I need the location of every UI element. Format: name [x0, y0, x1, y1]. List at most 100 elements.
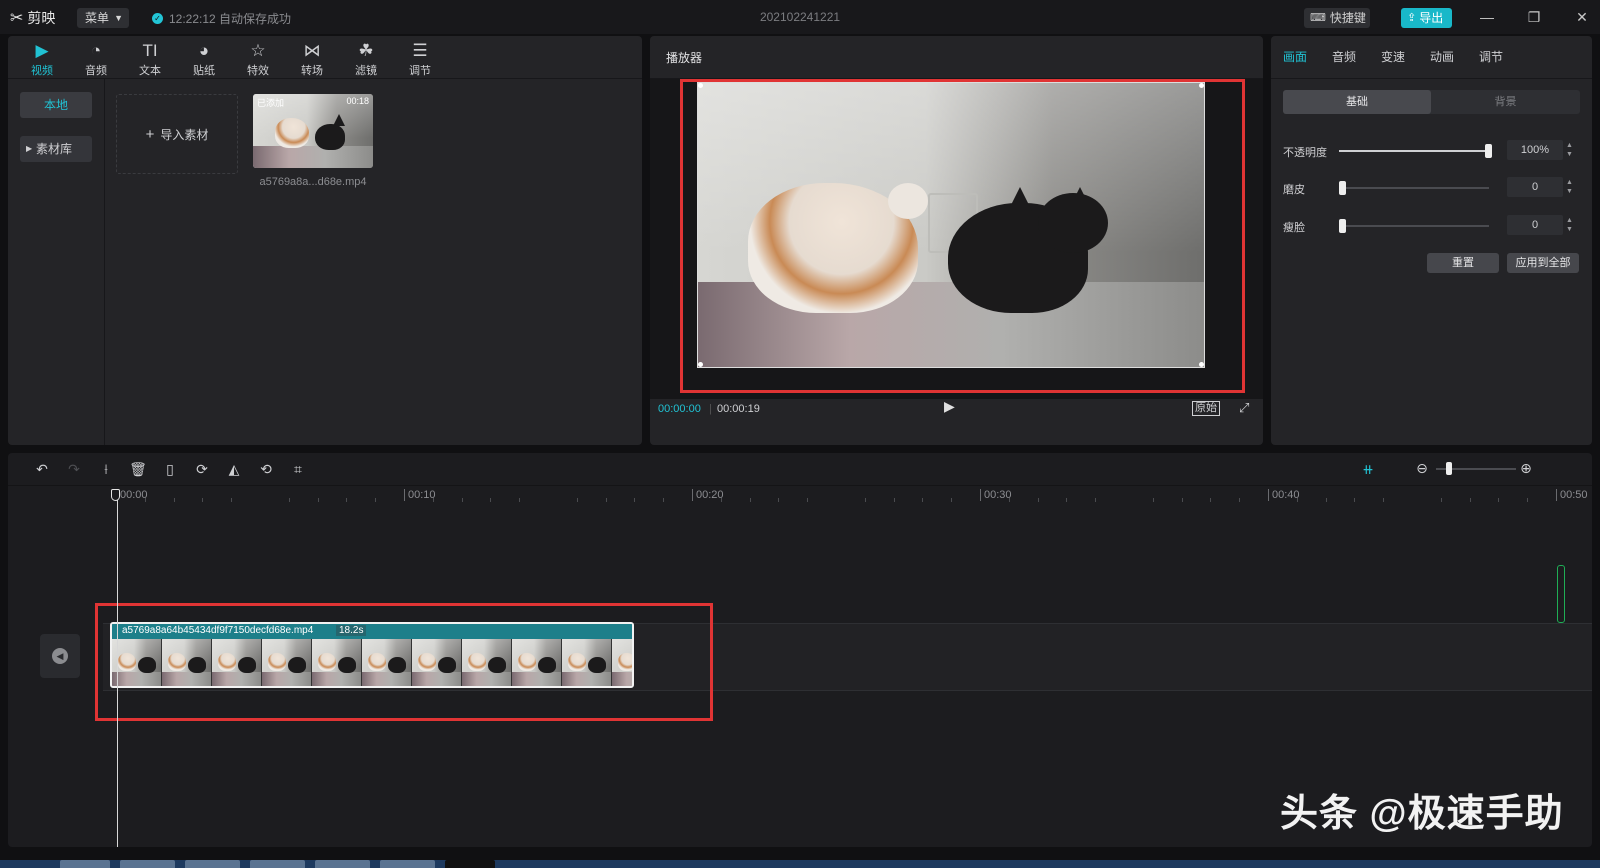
- smooth-skin-input[interactable]: 0: [1507, 177, 1563, 197]
- minor-tick: [375, 498, 377, 502]
- minimize-icon[interactable]: —: [1475, 6, 1499, 28]
- media-panel: ▶ 视频 ◔ 音频 TI 文本 ◕ 贴纸 ☆ 特效 ⋈ 转场 ☘ 滤镜 ☰ 调节…: [8, 36, 642, 445]
- tool-audio[interactable]: ◔ 音频: [72, 40, 120, 78]
- minor-tick: [720, 498, 722, 502]
- freeze-icon[interactable]: ▯: [158, 457, 182, 481]
- mirror-icon[interactable]: ◭: [222, 457, 246, 481]
- minor-tick: [951, 498, 953, 502]
- taskbar-item[interactable]: [380, 860, 435, 868]
- zoom-out-icon[interactable]: ⊖: [1412, 456, 1432, 480]
- snap-icon[interactable]: ⧺: [1356, 457, 1380, 481]
- slider-knob[interactable]: [1485, 144, 1492, 158]
- playhead[interactable]: [117, 493, 118, 847]
- tab-adjust[interactable]: 调节: [1479, 48, 1503, 65]
- tick-label: 00:40: [1268, 489, 1300, 501]
- minor-tick: [461, 498, 463, 502]
- maximize-icon[interactable]: ❐: [1522, 6, 1546, 28]
- minor-tick: [519, 498, 521, 502]
- media-sidebar: [8, 79, 105, 445]
- adjust-icon: ☰: [412, 41, 428, 60]
- redo-icon[interactable]: ↷: [62, 457, 86, 481]
- opacity-input[interactable]: 100%: [1507, 140, 1563, 160]
- filter-icon: ☘: [358, 41, 374, 60]
- sidebar-item-library[interactable]: ▶ 素材库: [20, 136, 92, 162]
- zoom-slider-knob[interactable]: [1446, 462, 1452, 475]
- reset-button[interactable]: 重置: [1427, 253, 1499, 273]
- time-ruler[interactable]: 00:00 00:10 00:20 00:30 00:40 00:50: [8, 486, 1592, 508]
- delete-icon[interactable]: 🗑: [126, 457, 150, 481]
- thumbnail-duration: 00:18: [346, 96, 369, 106]
- player-panel: 播放器 00:00:00 | 00:00:19 ▶ 原始 ⤢: [650, 36, 1263, 445]
- track-audio-toggle[interactable]: ◀: [40, 634, 80, 678]
- minor-tick: [1239, 498, 1241, 502]
- minor-tick: [1296, 498, 1298, 502]
- minor-tick: [317, 498, 319, 502]
- opacity-slider[interactable]: [1339, 144, 1492, 158]
- tick-label: 00:20: [692, 489, 724, 501]
- playhead-handle[interactable]: [111, 489, 120, 501]
- taskbar-item[interactable]: [250, 860, 305, 868]
- shortcut-button[interactable]: ⌨ 快捷键: [1304, 8, 1370, 28]
- original-ratio-button[interactable]: 原始: [1192, 401, 1220, 416]
- slider-knob[interactable]: [1339, 219, 1346, 233]
- tab-animation[interactable]: 动画: [1430, 48, 1454, 65]
- taskbar-item[interactable]: [185, 860, 240, 868]
- zoom-in-icon[interactable]: ⊕: [1516, 456, 1536, 480]
- tab-picture[interactable]: 画面: [1283, 48, 1307, 65]
- media-file-name: a5769a8a...d68e.mp4: [259, 176, 367, 188]
- tool-transition-label: 转场: [301, 65, 323, 77]
- minor-tick: [1210, 498, 1212, 502]
- highlight-box: [95, 603, 713, 721]
- minor-tick: [893, 498, 895, 502]
- keyboard-icon: ⌨: [1310, 12, 1326, 24]
- tool-adjust[interactable]: ☰ 调节: [396, 40, 444, 78]
- import-media-label: 导入素材: [160, 127, 209, 142]
- fullscreen-icon[interactable]: ⤢: [1239, 400, 1249, 416]
- taskbar-item[interactable]: [60, 860, 110, 868]
- tool-video[interactable]: ▶ 视频: [18, 40, 66, 78]
- tab-speed[interactable]: 变速: [1381, 48, 1405, 65]
- transition-icon: ⋈: [303, 41, 321, 60]
- minor-tick: [1325, 498, 1327, 502]
- rotate-icon[interactable]: ⟲: [254, 457, 278, 481]
- slim-face-input[interactable]: 0: [1507, 215, 1563, 235]
- slider-knob[interactable]: [1339, 181, 1346, 195]
- minor-tick: [605, 498, 607, 502]
- play-icon[interactable]: ▶: [944, 398, 962, 418]
- tool-transition[interactable]: ⋈ 转场: [288, 40, 336, 78]
- media-thumbnail[interactable]: 已添加 00:18: [253, 94, 373, 168]
- minor-tick: [807, 498, 809, 502]
- stepper-icon[interactable]: ▲ ▼: [1566, 141, 1576, 159]
- vertical-scrollbar[interactable]: [1557, 565, 1565, 623]
- audio-icon: ◔: [90, 41, 102, 60]
- tool-filter[interactable]: ☘ 滤镜: [342, 40, 390, 78]
- tool-sticker[interactable]: ◕ 贴纸: [180, 40, 228, 78]
- reverse-icon[interactable]: ⟳: [190, 457, 214, 481]
- minor-tick: [1181, 498, 1183, 502]
- stepper-icon[interactable]: ▲ ▼: [1566, 178, 1576, 196]
- import-media-button[interactable]: + 导入素材: [116, 94, 238, 174]
- subtab-basic[interactable]: 基础: [1283, 90, 1431, 114]
- close-icon[interactable]: ✕: [1570, 6, 1594, 28]
- smooth-skin-slider[interactable]: [1339, 181, 1489, 195]
- undo-icon[interactable]: ↶: [30, 457, 54, 481]
- watermark: 头条 @极速手助: [1280, 793, 1564, 835]
- split-icon[interactable]: ⟊: [94, 457, 118, 481]
- taskbar-item[interactable]: [315, 860, 370, 868]
- minor-tick: [1152, 498, 1154, 502]
- export-button[interactable]: ⇪ 导出: [1401, 8, 1452, 28]
- opacity-label: 不透明度: [1283, 147, 1327, 159]
- sidebar-item-local[interactable]: 本地: [20, 92, 92, 118]
- tab-audio[interactable]: 音频: [1332, 48, 1356, 65]
- crop-icon[interactable]: ⌗: [286, 457, 310, 481]
- tool-effects[interactable]: ☆ 特效: [234, 40, 282, 78]
- taskbar-item[interactable]: [120, 860, 175, 868]
- tool-text[interactable]: TI 文本: [126, 40, 174, 78]
- apply-all-button[interactable]: 应用到全部: [1507, 253, 1579, 273]
- stepper-icon[interactable]: ▲ ▼: [1566, 216, 1576, 234]
- minor-tick: [634, 498, 636, 502]
- slim-face-slider[interactable]: [1339, 219, 1489, 233]
- taskbar-item[interactable]: [445, 860, 495, 868]
- subtab-background[interactable]: 背景: [1431, 90, 1580, 114]
- minor-tick: [490, 498, 492, 502]
